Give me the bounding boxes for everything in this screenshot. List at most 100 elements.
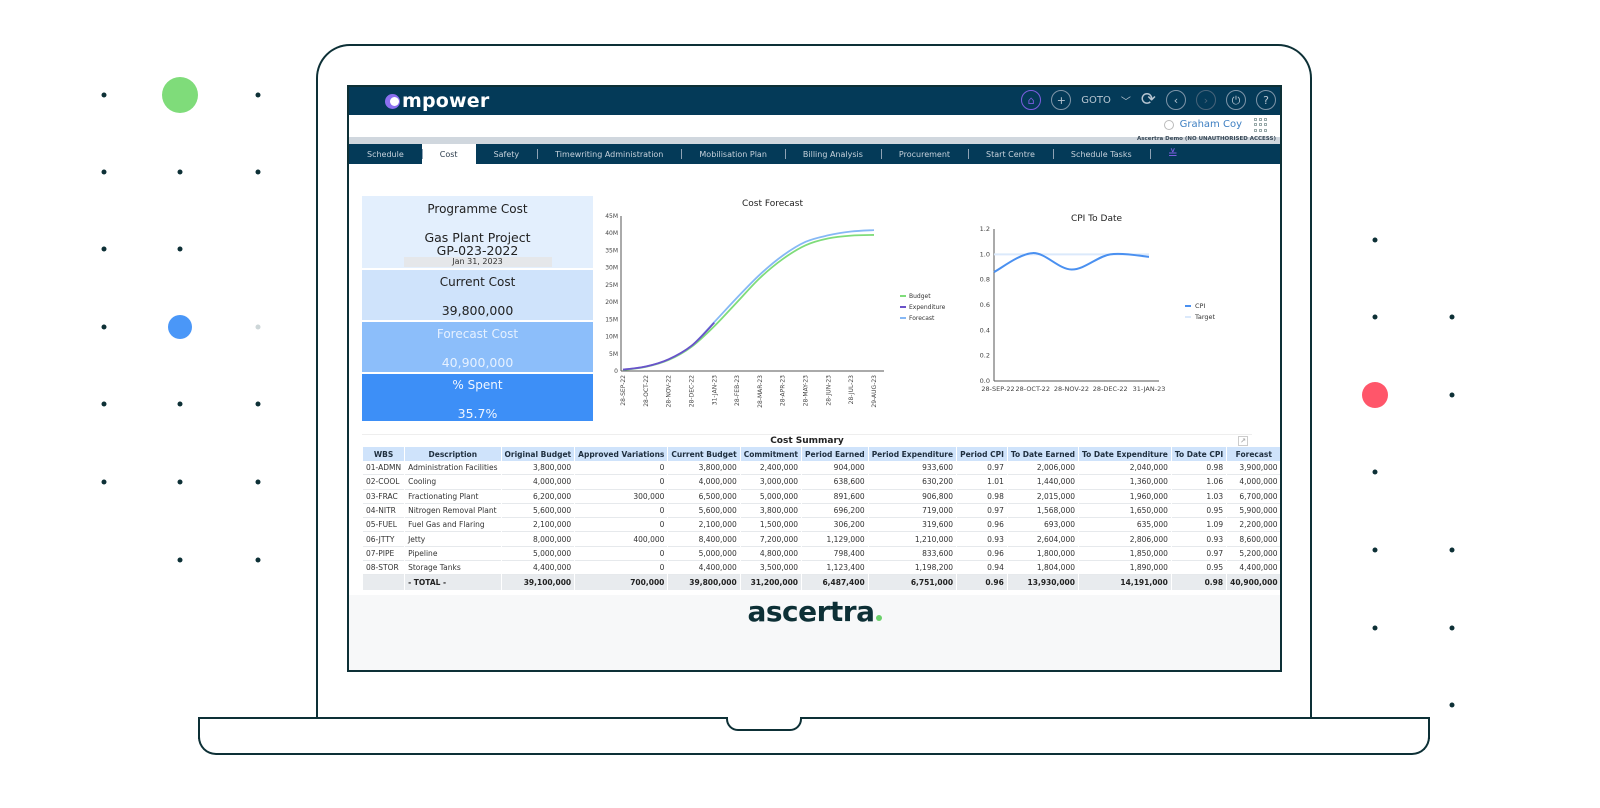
table-row[interactable]: 05-FUEL Fuel Gas and Flaring 2,100,000 0 2,1… [363, 518, 1280, 533]
column-header[interactable]: To Date Expenditure [1079, 447, 1171, 461]
table-cell: 40,900,000 [1227, 575, 1280, 590]
programme-cost-tile: Programme Cost Gas Plant Project GP-023-… [362, 196, 593, 268]
legend-label: Forecast [909, 315, 935, 322]
table-cell: 0 [575, 475, 668, 490]
table-cell: 0 [575, 547, 668, 562]
x-tick-label: 28-OCT-22 [643, 375, 650, 407]
series-line-cpi [993, 252, 1150, 273]
top-nav-icons: ⌂ + GOTO ﹀ ⟳ ‹ › ⏻ ? [1021, 90, 1276, 110]
table-cell: 1,440,000 [1007, 475, 1078, 490]
chevron-right-icon[interactable]: › [1196, 90, 1216, 110]
table-cell: 07-PIPE [363, 547, 405, 562]
logo-text: mpower [402, 90, 490, 112]
chart-title: Cost Forecast [742, 199, 803, 209]
table-cell: 0 [575, 518, 668, 533]
refresh-icon[interactable]: ⟳ [1141, 91, 1156, 109]
table-cell: 0.98 [1171, 461, 1227, 476]
y-tick-label: 25M [605, 282, 618, 289]
forecast-cost-tile: Forecast Cost 40,900,000 [362, 322, 593, 372]
tab-cost[interactable]: Cost [421, 144, 476, 164]
x-tick-label: 28-SEP-22 [620, 375, 627, 406]
column-header[interactable]: Commitment [740, 447, 802, 461]
table-cell: 3,800,000 [501, 461, 575, 476]
table-cell: 03-FRAC [363, 490, 405, 504]
home-icon[interactable]: ⌂ [1021, 90, 1042, 110]
column-header[interactable]: WBS [363, 447, 405, 461]
project-info: Gas Plant Project GP-023-2022 [362, 231, 593, 257]
table-row[interactable]: 04-NITR Nitrogen Removal Plant 5,600,000 0 5… [363, 504, 1280, 519]
column-header[interactable]: Period CPI [957, 447, 1007, 461]
external-link-icon[interactable]: ↗ [1238, 436, 1248, 446]
y-tick-label: 45M [605, 213, 618, 220]
table-cell: 13,930,000 [1007, 575, 1078, 590]
x-tick-label: 28-JUL-23 [848, 375, 855, 405]
double-chevron-down-icon[interactable]: ≚ [1149, 144, 1196, 164]
environment-notice: Ascertra Demo (NO UNAUTHORISED ACCESS) [1136, 136, 1276, 142]
tab-mobilisation-plan[interactable]: Mobilisation Plan [681, 144, 785, 164]
tab-schedule-tasks[interactable]: Schedule Tasks [1052, 144, 1150, 164]
table-row[interactable]: 08-STOR Storage Tanks 4,400,000 0 4,400,000 3… [363, 561, 1280, 576]
table-cell: 891,600 [802, 490, 868, 504]
column-header[interactable]: Description [405, 447, 501, 461]
tab-billing-analysis[interactable]: Billing Analysis [784, 144, 881, 164]
table-row[interactable]: 06-JTTY Jetty 8,000,000 400,000 8,400,000 7,2… [363, 532, 1280, 547]
power-icon[interactable]: ⏻ [1226, 90, 1246, 110]
x-tick-label: 28-MAR-23 [757, 375, 764, 408]
column-header[interactable]: Period Earned [802, 447, 868, 461]
table-cell: 4,400,000 [501, 561, 575, 576]
column-header[interactable]: To Date CPI [1171, 447, 1227, 461]
column-header[interactable]: To Date Earned [1007, 447, 1078, 461]
table-row[interactable]: 03-FRAC Fractionating Plant 6,200,000 300,0… [363, 490, 1280, 504]
table-total-row[interactable]: - TOTAL -39,100,000 700,000 39,800,000 31,2… [363, 575, 1280, 590]
table-cell: 2,006,000 [1007, 461, 1078, 476]
table-cell: 6,200,000 [501, 490, 575, 504]
x-tick-label: 28-DEC-22 [1093, 385, 1128, 393]
table-cell: 700,000 [575, 575, 668, 590]
table-cell: Jetty [405, 532, 501, 547]
user-menu[interactable]: Graham Coy [1163, 119, 1242, 130]
x-tick-label: 28-FEB-23 [734, 375, 741, 406]
tab-timewriting-administration[interactable]: Timewriting Administration [537, 144, 681, 164]
forecast-cost-label: Forecast Cost [436, 327, 519, 341]
table-cell: Fuel Gas and Flaring [405, 518, 501, 533]
column-header[interactable]: Original Budget [501, 447, 575, 461]
crosshair-icon[interactable]: + [1051, 90, 1072, 110]
table-row[interactable]: 02-COOL Cooling 4,000,000 0 4,000,000 3,000,0… [363, 475, 1280, 490]
tab-schedule[interactable]: Schedule [349, 144, 422, 164]
x-tick-label: 28-NOV-22 [1054, 385, 1089, 393]
x-tick-label: 28-NOV-22 [666, 375, 673, 408]
table-cell: 31,200,000 [740, 575, 802, 590]
table-cell: 1,198,200 [868, 561, 957, 576]
column-header[interactable]: Forecast [1227, 447, 1280, 461]
laptop-base [198, 717, 1430, 739]
goto-dropdown[interactable]: GOTO ﹀ [1081, 93, 1131, 108]
column-header[interactable]: Current Budget [668, 447, 740, 461]
chevron-left-icon[interactable]: ‹ [1166, 90, 1186, 110]
table-cell: 1,800,000 [1007, 547, 1078, 562]
y-tick-label: 40M [605, 230, 618, 237]
help-icon[interactable]: ? [1256, 90, 1276, 110]
table-cell: 2,100,000 [501, 518, 575, 533]
column-header[interactable]: Period Expenditure [868, 447, 957, 461]
table-cell: 1.06 [1171, 475, 1227, 490]
table-row[interactable]: 07-PIPE Pipeline 5,000,000 0 5,000,000 4,800,… [363, 547, 1280, 562]
column-header[interactable]: Approved Variations [575, 447, 668, 461]
mpower-logo[interactable]: mpower [385, 90, 489, 112]
table-cell: 3,000,000 [740, 475, 802, 490]
table-cell: 8,000,000 [501, 532, 575, 547]
table-cell: 02-COOL [363, 475, 405, 490]
ascertra-logo: ascertra [349, 595, 1280, 628]
apps-grid-icon[interactable] [1254, 118, 1268, 132]
dashboard-content: Programme Cost Gas Plant Project GP-023-… [349, 164, 1280, 595]
tab-procurement[interactable]: Procurement [880, 144, 968, 164]
tab-label: Schedule Tasks [1070, 149, 1132, 159]
table-cell: 14,191,000 [1079, 575, 1171, 590]
tab-safety[interactable]: Safety [476, 144, 538, 164]
y-tick-label: 0.8 [980, 276, 990, 284]
table-cell: 2,015,000 [1007, 490, 1078, 504]
table-cell: 638,600 [802, 475, 868, 490]
table-cell: 4,000,000 [668, 475, 740, 490]
table-row[interactable]: 01-ADMN Administration Facilities 3,800,00… [363, 461, 1280, 476]
table-cell: 1.09 [1171, 518, 1227, 533]
tab-start-centre[interactable]: Start Centre [968, 144, 1053, 164]
